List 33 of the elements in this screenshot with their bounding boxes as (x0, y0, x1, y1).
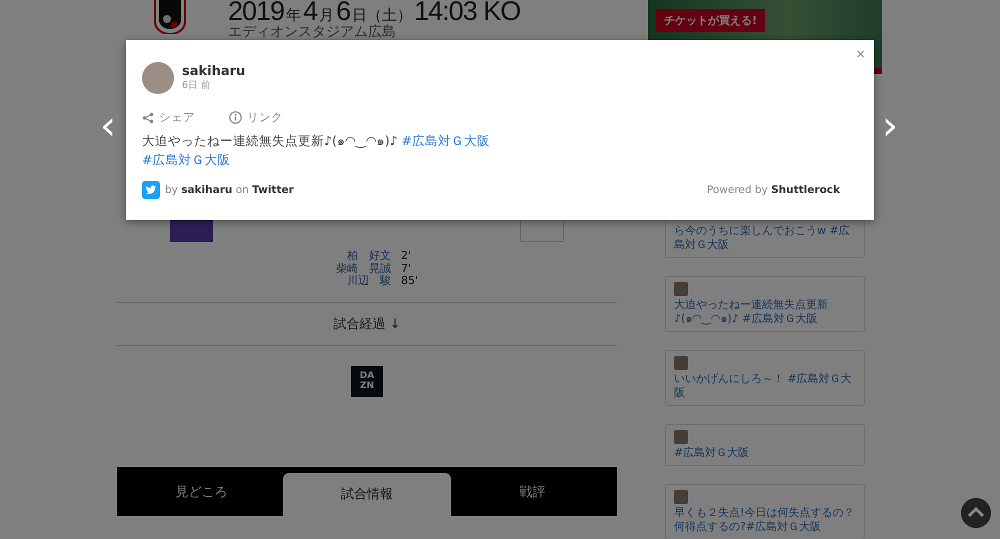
share-icon (142, 112, 154, 124)
scorer-name[interactable]: 柏 好文 (336, 250, 391, 262)
match-progress-toggle[interactable]: 試合経過 ↓ (117, 302, 617, 346)
hashtag-link[interactable]: #広島対Ｇ大阪 (402, 133, 490, 148)
match-date: 2019年4月 6 日（土）14:03 KO (228, 0, 520, 26)
tweet-text[interactable]: 大迫やったねー連続無失点更新♪(๑◠‿◠๑)♪ #広島対Ｇ大阪 (674, 298, 858, 326)
tweet-text[interactable]: 早くも２失点!今日は何失点するの？何得点するの?#広島対Ｇ大阪 (674, 506, 858, 534)
goal-time: 7' (400, 262, 412, 275)
scorer-name[interactable]: 柴崎 晃誠 (336, 262, 391, 275)
post-time: 6日 前 (182, 79, 212, 92)
venue-name: エディオンスタジアム広島 (228, 25, 397, 39)
avatar (142, 62, 174, 94)
tweet-text[interactable]: いいかげんにしろ～！ #広島対Ｇ大阪 (674, 372, 858, 400)
user-name[interactable]: sakiharu (182, 64, 246, 79)
link-button[interactable]: リンク (229, 110, 283, 125)
hashtag-link[interactable]: #広島対Ｇ大阪 (142, 152, 230, 167)
info-icon (229, 111, 242, 124)
scorer-name[interactable]: 川辺 駿 (336, 275, 391, 288)
next-button[interactable]: › (882, 108, 898, 144)
twitter-icon (142, 181, 160, 199)
powered-by-text: Powered by Shuttlerock (706, 184, 840, 196)
goal-time: 85' (400, 275, 418, 288)
dazn-logo[interactable]: DA ZN (351, 366, 383, 396)
tab[interactable]: 試合情報 (282, 473, 452, 516)
close-button[interactable]: × (856, 46, 865, 63)
tweet-text: 大迫やったねー連続無失点更新♪(๑◠‿◠๑)♪ #広島対Ｇ大阪 #広島対Ｇ大阪 (142, 132, 492, 169)
back-to-top-button[interactable] (961, 498, 991, 528)
source-text: by sakiharu on Twitter (165, 184, 294, 196)
previous-button[interactable]: ‹ (100, 108, 116, 144)
goal-time: 2' (400, 250, 412, 262)
tweet-text[interactable]: ら今のうちに楽しんでおこうw #広島対Ｇ大阪 (674, 224, 858, 252)
tweet-text[interactable]: #広島対Ｇ大阪 (674, 446, 858, 460)
share-button[interactable]: シェア (142, 110, 195, 125)
